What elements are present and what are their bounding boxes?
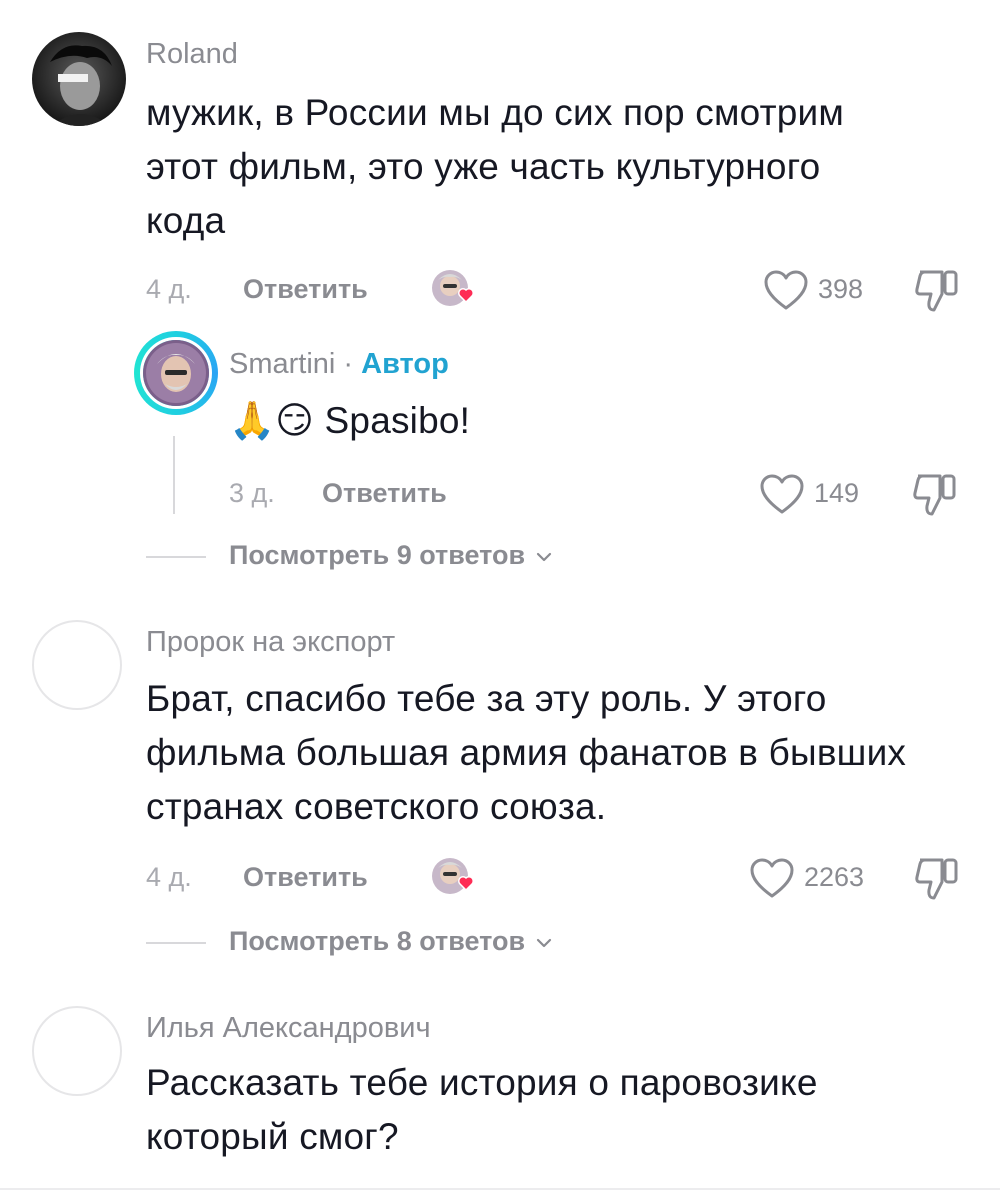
reply-timestamp: 3 д. (229, 478, 275, 508)
reply-username[interactable]: Smartini (229, 348, 335, 380)
comment-text: Брат, спасибо тебе за эту роль. У этого … (146, 672, 986, 834)
reply-header: Smartini · Автор (229, 348, 449, 381)
view-replies-label: Посмотреть 9 ответов (229, 540, 526, 570)
reply-thread-line (173, 436, 175, 514)
reply-button[interactable]: Ответить (243, 862, 368, 893)
view-replies-label: Посмотреть 8 ответов (229, 926, 526, 956)
heart-outline-icon (760, 474, 804, 514)
comment-timestamp: 4 д. (146, 274, 192, 304)
thumbs-down-icon[interactable] (910, 470, 960, 518)
avatar-placeholder[interactable] (32, 1006, 122, 1096)
reply-button[interactable]: Ответить (322, 478, 447, 509)
like-button[interactable] (758, 472, 806, 516)
comment-text: Рассказать тебе история о паровозике кот… (146, 1056, 986, 1164)
comment-text-line: фильма большая армия фанатов в бывших (146, 732, 907, 773)
creator-liked-icon (430, 268, 482, 312)
author-avatar-ring[interactable] (134, 331, 218, 415)
avatar-roland[interactable] (32, 32, 126, 126)
comment-text-line: этот фильм, это уже часть культурного (146, 146, 821, 187)
avatar-smartini (140, 337, 212, 409)
bottom-divider (0, 1188, 1000, 1190)
thumbs-down-icon[interactable] (912, 854, 962, 902)
avatar-placeholder[interactable] (32, 620, 122, 710)
heart-outline-icon (750, 858, 794, 898)
comment-text: мужик, в России мы до сих пор смотрим эт… (146, 86, 986, 248)
reply-text: 🙏😏 Spasibo! (229, 394, 470, 448)
comment-username[interactable]: Пророк на экспорт (146, 626, 395, 659)
divider-line (146, 556, 206, 558)
chevron-down-icon (536, 938, 551, 947)
view-replies-button[interactable]: Посмотреть 8 ответов (229, 926, 553, 957)
reply-button[interactable]: Ответить (243, 274, 368, 305)
view-replies-button[interactable]: Посмотреть 9 ответов (229, 540, 553, 571)
like-count: 398 (818, 274, 864, 304)
heart-outline-icon (764, 270, 808, 310)
comment-username[interactable]: Roland (146, 38, 238, 71)
thumbs-down-icon[interactable] (912, 266, 962, 314)
comment-timestamp: 4 д. (146, 862, 192, 892)
separator-dot: · (343, 348, 354, 380)
comment-text-line: который смог? (146, 1116, 399, 1157)
pray-smirk-emoji-icon: 🙏😏 (229, 399, 315, 442)
comment-text-line: странах советского союза. (146, 786, 607, 827)
divider-line (146, 942, 206, 944)
comment-text-line: мужик, в России мы до сих пор смотрим (146, 92, 845, 133)
like-count: 149 (814, 478, 860, 508)
chevron-down-icon (536, 552, 551, 561)
like-button[interactable] (748, 856, 796, 900)
comment-text-line: Брат, спасибо тебе за эту роль. У этого (146, 678, 827, 719)
comment-username[interactable]: Илья Александрович (146, 1012, 431, 1045)
like-button[interactable] (762, 268, 810, 312)
reply-text-content: Spasibo! (324, 400, 471, 441)
comment-text-line: кода (146, 200, 226, 241)
author-badge: Автор (361, 348, 449, 380)
comment-text-line: Рассказать тебе история о паровозике (146, 1062, 818, 1103)
creator-liked-icon (430, 856, 482, 900)
like-count: 2263 (804, 862, 865, 892)
